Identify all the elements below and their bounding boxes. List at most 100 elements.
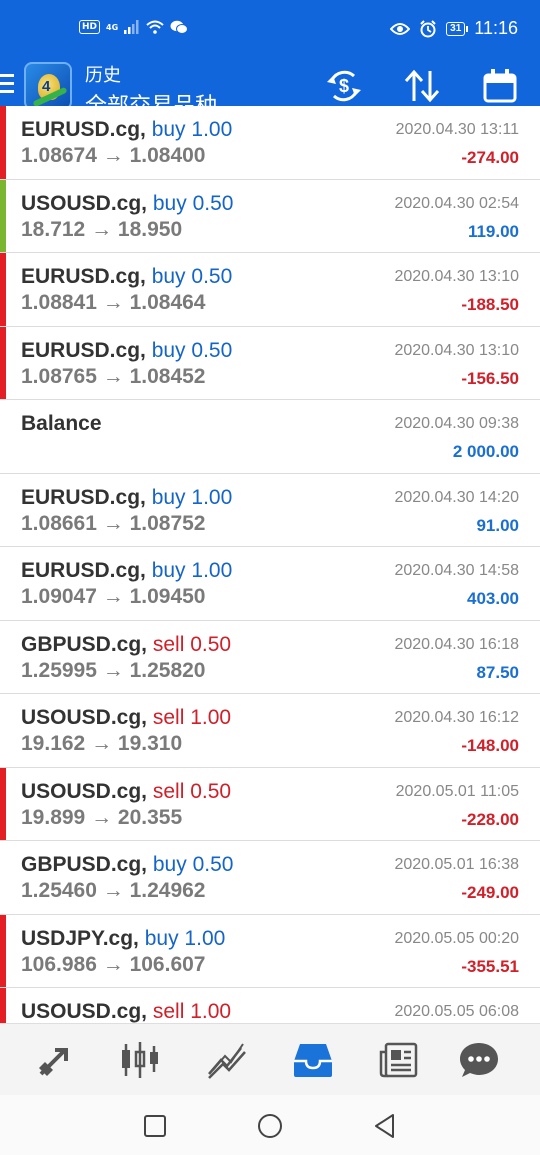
sort-button[interactable] xyxy=(400,66,444,106)
trade-profit: -188.50 xyxy=(461,295,519,314)
loss-indicator xyxy=(0,106,6,179)
trade-arrows-icon xyxy=(39,1048,68,1076)
wifi-icon xyxy=(146,20,164,34)
gain-indicator xyxy=(0,179,6,252)
dollar-refresh-icon: $ xyxy=(327,70,361,102)
trade-time: 2020.04.30 16:18 xyxy=(394,635,519,653)
trade-symbol-line: USOUSD.cg, buy 0.50 xyxy=(21,192,233,216)
trade-row[interactable]: GBPUSD.cg, sell 0.50 1.25995 → 1.25820 202… xyxy=(0,620,540,694)
trade-profit: -228.00 xyxy=(461,809,519,829)
trade-row[interactable]: EURUSD.cg, buy 1.00 1.08661 → 1.08752 2020… xyxy=(0,473,540,547)
trade-row[interactable]: EURUSD.cg, buy 0.50 1.08841 → 1.08464 2020… xyxy=(0,253,540,327)
trade-symbol-line: USOUSD.cg, sell 0.50 xyxy=(21,780,231,804)
trend-chart-icon xyxy=(208,1043,246,1079)
trade-symbol: Balance xyxy=(21,412,102,435)
nav-chart[interactable] xyxy=(204,1038,248,1082)
trade-symbol: EURUSD.cg, xyxy=(21,559,146,582)
trade-time: 2020.04.30 14:20 xyxy=(394,488,519,506)
trade-time: 2020.04.30 14:58 xyxy=(394,562,519,579)
currency-filter-button[interactable]: $ xyxy=(322,66,366,106)
trade-prices: 1.08765 → 1.08452 xyxy=(21,364,206,388)
trade-symbol: EURUSD.cg, xyxy=(21,265,146,288)
recents-button[interactable] xyxy=(140,1111,170,1141)
trade-side-volume: buy 0.50 xyxy=(152,853,234,876)
circle-icon xyxy=(258,1114,282,1138)
trade-side-volume: buy 1.00 xyxy=(144,926,226,950)
trade-history-list[interactable]: EURUSD.cg, buy 1.00 1.08674 → 1.08400 2020… xyxy=(0,106,540,1023)
trade-side-volume: buy 1.00 xyxy=(151,485,233,509)
square-icon xyxy=(144,1115,166,1137)
trade-prices: 1.25460 → 1.24962 xyxy=(21,879,206,902)
history-inbox-icon xyxy=(294,1044,332,1077)
trade-symbol-line: GBPUSD.cg, buy 0.50 xyxy=(21,853,233,877)
trade-prices: 1.08674 → 1.08400 xyxy=(21,144,206,167)
trade-row[interactable]: USOUSD.cg, sell 1.00 2020.05.05 06:08 xyxy=(0,988,540,1023)
trade-symbol-line: EURUSD.cg, buy 1.00 xyxy=(21,486,232,510)
trade-symbol: EURUSD.cg, xyxy=(21,118,146,141)
trade-row[interactable]: EURUSD.cg, buy 1.00 1.09047 → 1.09450 2020… xyxy=(0,547,540,621)
nav-history[interactable] xyxy=(291,1038,335,1082)
trade-row[interactable]: USOUSD.cg, sell 1.00 19.162 → 19.310 2020.… xyxy=(0,694,540,768)
eye-icon xyxy=(390,22,411,35)
trade-time: 2020.05.05 00:20 xyxy=(394,929,519,947)
trade-row[interactable]: USDJPY.cg, buy 1.00 106.986 → 106.607 2020… xyxy=(0,914,540,988)
menu-icon[interactable] xyxy=(0,74,16,96)
trade-symbol: EURUSD.cg, xyxy=(21,338,146,362)
trade-row[interactable]: USOUSD.cg, buy 0.50 18.712 → 18.950 2020.0… xyxy=(0,179,540,253)
loss-indicator xyxy=(0,253,6,326)
trade-time: 2020.05.01 16:38 xyxy=(394,856,519,873)
trade-time: 2020.04.30 02:54 xyxy=(394,194,519,212)
trade-symbol: GBPUSD.cg, xyxy=(21,632,148,656)
trade-side-volume: sell 1.00 xyxy=(152,1000,232,1023)
trade-profit: 87.50 xyxy=(476,662,519,682)
trade-row[interactable]: Balance 2020.04.30 09:38 2 000.00 xyxy=(0,400,540,474)
trade-profit: -156.50 xyxy=(461,368,519,388)
home-button[interactable] xyxy=(255,1111,285,1141)
trade-symbol-line: EURUSD.cg, buy 0.50 xyxy=(21,265,232,289)
trade-time: 2020.04.30 09:38 xyxy=(394,415,519,432)
chat-bubble-icon xyxy=(460,1043,498,1077)
trade-symbol: USOUSD.cg, xyxy=(21,779,148,803)
nav-trade[interactable] xyxy=(33,1038,77,1082)
calendar-button[interactable] xyxy=(478,66,522,106)
trade-symbol-line: USOUSD.cg, sell 1.00 xyxy=(21,1000,231,1023)
trade-side-volume: buy 0.50 xyxy=(152,191,234,215)
trade-profit: 119.00 xyxy=(467,221,519,241)
trade-symbol-line: EURUSD.cg, buy 1.00 xyxy=(21,118,232,142)
nav-quotes[interactable] xyxy=(118,1038,162,1082)
trade-profit: -148.00 xyxy=(461,736,519,755)
trade-time: 2020.04.30 13:11 xyxy=(395,121,519,138)
trade-symbol-line: USDJPY.cg, buy 1.00 xyxy=(21,927,225,951)
page-title: 历史 xyxy=(85,65,121,86)
trade-symbol-line: EURUSD.cg, buy 0.50 xyxy=(21,339,232,363)
trade-row[interactable]: EURUSD.cg, buy 1.00 1.08674 → 1.08400 2020… xyxy=(0,106,540,180)
nav-news[interactable] xyxy=(377,1038,421,1082)
trade-symbol: EURUSD.cg, xyxy=(21,485,146,509)
trade-time: 2020.04.30 16:12 xyxy=(394,709,519,726)
system-navigation xyxy=(0,1095,540,1155)
network-indicator: 4G xyxy=(106,22,119,32)
trade-prices: 1.25995 → 1.25820 xyxy=(21,658,206,682)
trade-side-volume: buy 0.50 xyxy=(151,265,233,288)
trade-side-volume: buy 1.00 xyxy=(151,559,233,582)
trade-time: 2020.04.30 13:10 xyxy=(394,341,519,359)
trade-symbol-line: EURUSD.cg, buy 1.00 xyxy=(21,559,232,583)
status-bar: HD 4G 31 11:16 xyxy=(0,0,540,58)
trade-prices: 18.712 → 18.950 xyxy=(21,217,183,241)
trade-side-volume: sell 1.00 xyxy=(152,706,232,729)
trade-row[interactable]: EURUSD.cg, buy 0.50 1.08765 → 1.08452 2020… xyxy=(0,326,540,400)
trade-prices: 19.899 → 20.355 xyxy=(21,805,183,829)
trade-symbol-line: USOUSD.cg, sell 1.00 xyxy=(21,706,231,730)
signal-icon xyxy=(124,20,139,34)
wechat-icon xyxy=(170,20,189,34)
trade-profit: -274.00 xyxy=(461,148,519,167)
bottom-navigation xyxy=(0,1023,540,1095)
trade-row[interactable]: GBPUSD.cg, buy 0.50 1.25460 → 1.24962 2020… xyxy=(0,841,540,915)
loss-indicator xyxy=(0,326,6,399)
back-button[interactable] xyxy=(370,1111,400,1141)
nav-chat[interactable] xyxy=(457,1038,501,1082)
back-triangle-icon xyxy=(375,1114,394,1138)
trade-profit: -355.51 xyxy=(461,956,519,976)
trade-row[interactable]: USOUSD.cg, sell 0.50 19.899 → 20.355 2020.… xyxy=(0,767,540,841)
app-logo: 4 xyxy=(24,62,72,110)
